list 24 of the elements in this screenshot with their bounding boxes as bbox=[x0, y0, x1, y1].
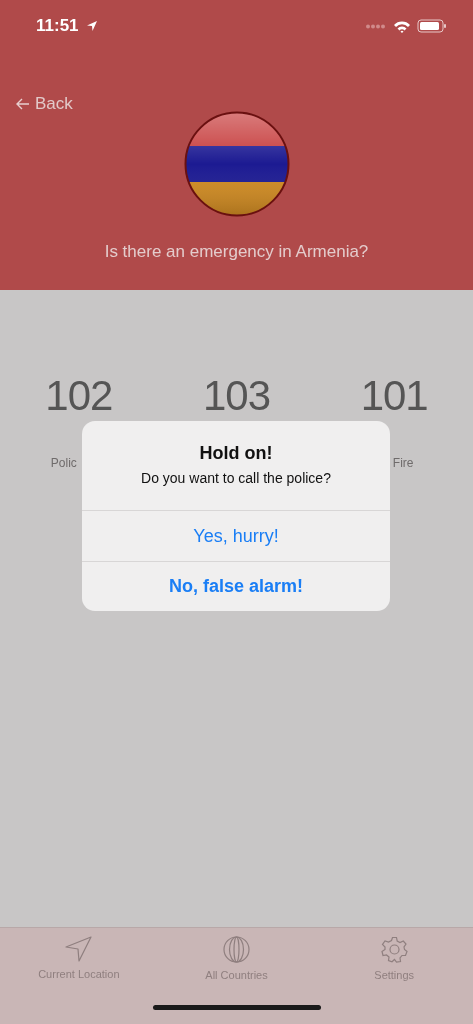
service-label: Polic bbox=[50, 456, 78, 470]
alert-button[interactable]: No, false alarm! bbox=[82, 561, 390, 611]
battery-icon bbox=[417, 19, 447, 33]
question-text: Is there an emergency in Armenia? bbox=[104, 242, 369, 262]
alert-button[interactable]: Yes, hurry! bbox=[82, 511, 390, 561]
tab-item[interactable]: Current Location bbox=[0, 936, 158, 981]
tab-item[interactable]: All Countries bbox=[157, 936, 316, 981]
wifi-icon bbox=[393, 19, 411, 33]
back-arrow-icon bbox=[16, 98, 30, 110]
globe-icon bbox=[223, 936, 250, 963]
alert-message: Do you want to call the police? bbox=[141, 470, 331, 486]
alert-title: Hold on! bbox=[199, 443, 273, 464]
status-time: 11:51 bbox=[36, 16, 79, 36]
tab-item[interactable]: Settings bbox=[315, 936, 473, 981]
home-indicator[interactable] bbox=[152, 1005, 321, 1010]
settings-icon bbox=[380, 936, 408, 963]
location-arrow-icon bbox=[85, 20, 98, 32]
emergency-number[interactable]: 101 bbox=[360, 376, 428, 416]
back-button[interactable]: Back bbox=[16, 94, 73, 114]
navigation-arrow-icon bbox=[64, 936, 93, 962]
service-label: Fire bbox=[391, 456, 414, 470]
emergency-number[interactable]: 103 bbox=[202, 376, 271, 416]
signal-icon bbox=[365, 23, 387, 29]
emergency-number[interactable]: 102 bbox=[45, 376, 113, 416]
